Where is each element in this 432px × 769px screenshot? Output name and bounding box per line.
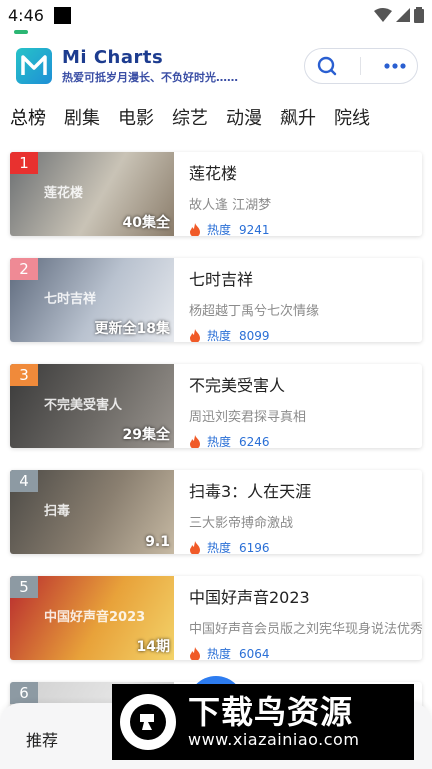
poster-thumbnail: 1 莲花楼 40集全 [10, 152, 174, 236]
status-bar: 4:46 [0, 0, 432, 30]
wifi-icon [374, 8, 392, 22]
rank-badge: 5 [10, 576, 38, 598]
episode-count: 29集全 [122, 427, 170, 443]
heat-value: 9241 [239, 222, 270, 237]
app-name: Mi Charts [62, 47, 164, 68]
heat-row: 热度 6064 [189, 645, 422, 660]
episode-count: 40集全 [122, 215, 170, 231]
item-subtitle: 中国好声音会员版之刘宪华现身说法优秀 [189, 622, 422, 637]
item-subtitle: 三大影帝搏命激战 [189, 516, 294, 531]
poster-thumbnail: 2 七时吉祥更新全18集 [10, 258, 174, 342]
item-subtitle: 故人逢 江湖梦 [189, 198, 272, 213]
heat-label: 热度 [207, 435, 232, 448]
flame-icon [190, 540, 200, 554]
search-icon[interactable] [317, 56, 337, 76]
heat-value: 6064 [239, 646, 270, 661]
heat-label: 热度 [207, 647, 232, 660]
poster-title-art: 莲花楼 [44, 186, 84, 201]
item-title: 不完美受害人 [189, 376, 286, 395]
poster-title-art: 七时吉祥 [44, 292, 97, 307]
episode-count: 9.1 [145, 534, 170, 550]
app-header: Mi Charts 热爱可抵岁月漫长、不负好时光…… [0, 30, 432, 102]
notification-icon [53, 6, 71, 24]
action-divider [359, 57, 361, 75]
bird-logo-icon [120, 694, 176, 750]
watermark-name: 下载鸟资源 [188, 693, 354, 731]
category-tabs: 总榜 剧集 电影 综艺 动漫 飙升 院线 [0, 30, 432, 142]
heat-value: 6196 [239, 540, 270, 555]
item-title: 扫毒3：人在天涯 [189, 482, 312, 501]
item-subtitle: 周迅刘奕君探寻真相 [189, 410, 307, 425]
poster-title-art: 不完美受害人 [44, 398, 123, 413]
item-title: 中国好声音2023 [189, 588, 310, 607]
list-item[interactable]: 3 不完美受害人 29集全 不完美受害人周迅刘奕君探寻真相热度 6246 [10, 364, 422, 448]
heat-label: 热度 [207, 223, 232, 236]
header-action-pill [304, 48, 418, 84]
poster-title-art: 扫毒 [44, 504, 71, 519]
poster-thumbnail: 3 不完美受害人 29集全 [10, 364, 174, 448]
poster-thumbnail: 4 扫毒 9.1 [10, 470, 174, 554]
tab-5[interactable]: 飙升 [280, 102, 316, 130]
item-title: 莲花楼 [189, 164, 238, 183]
heat-label: 热度 [207, 329, 232, 342]
signal-icon [396, 8, 410, 22]
heat-row: 热度 6196 [189, 539, 422, 554]
app-tagline: 热爱可抵岁月漫长、不负好时光…… [62, 71, 238, 84]
episode-count: 更新全18集 [94, 321, 170, 337]
rank-badge: 2 [10, 258, 38, 280]
app-logo [16, 48, 52, 84]
list-item[interactable]: 1 莲花楼 40集全 莲花楼故人逢 江湖梦热度 9241 [10, 152, 422, 236]
more-dots-icon[interactable] [383, 63, 406, 69]
list-item[interactable]: 2 七时吉祥更新全18集 七时吉祥杨超越丁禹兮七次情缘热度 8099 [10, 258, 422, 342]
nav-recommend[interactable]: 推荐 [26, 727, 58, 751]
heat-row: 热度 9241 [189, 221, 422, 236]
active-tab-indicator [14, 30, 28, 34]
tab-1[interactable]: 剧集 [64, 102, 100, 130]
flame-icon [190, 646, 200, 660]
flame-icon [190, 434, 200, 448]
item-title: 七时吉祥 [189, 270, 254, 289]
heat-row: 热度 8099 [189, 327, 422, 342]
episode-count: 14期 [136, 639, 170, 655]
poster-thumbnail: 5 中国好声音2023 14期 [10, 576, 174, 660]
flame-icon [190, 222, 200, 236]
tab-0[interactable]: 总榜 [10, 102, 46, 130]
rank-badge: 3 [10, 364, 38, 386]
battery-icon [414, 7, 424, 23]
logo-m-icon [21, 55, 47, 75]
rank-badge: 6 [10, 682, 38, 704]
status-time: 4:46 [8, 5, 44, 25]
rank-badge: 4 [10, 470, 38, 492]
list-item[interactable]: 5 中国好声音2023 14期 中国好声音2023 中国好声音会员版之刘宪华现身说法优秀… [10, 576, 422, 660]
tab-2[interactable]: 电影 [118, 102, 154, 130]
rank-badge: 1 [10, 152, 38, 174]
list-item[interactable]: 4 扫毒 9.1 扫毒3：人在天涯三大影帝搏命激战热度 6196 [10, 470, 422, 554]
tab-3[interactable]: 综艺 [172, 102, 208, 130]
poster-title-art: 中国好声音2023 [44, 610, 146, 625]
watermark: 下载鸟资源 www.xiazainiao.com [112, 684, 414, 760]
flame-icon [190, 328, 200, 342]
heat-label: 热度 [207, 541, 232, 554]
item-subtitle: 杨超越丁禹兮七次情缘 [189, 304, 320, 319]
heat-value: 6246 [239, 434, 270, 449]
heat-value: 8099 [239, 328, 270, 343]
heat-row: 热度 6246 [189, 433, 422, 448]
watermark-url: www.xiazainiao.com [188, 730, 360, 749]
tab-6[interactable]: 院线 [334, 102, 370, 130]
tab-4[interactable]: 动漫 [226, 102, 262, 130]
